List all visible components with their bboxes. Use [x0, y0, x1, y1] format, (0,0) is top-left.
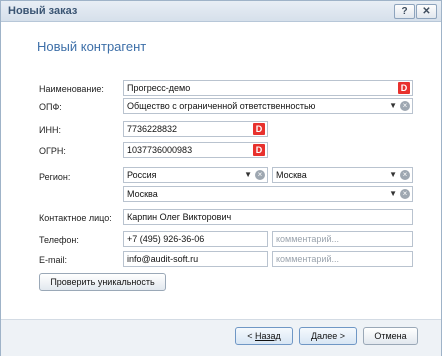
back-button[interactable]: < Назад — [235, 327, 293, 345]
name-field[interactable]: Прогресс-демо D — [123, 80, 413, 96]
inn-label: ИНН: — [39, 125, 61, 135]
phone-label: Телефон: — [39, 235, 79, 245]
chevron-down-icon[interactable]: ▼ — [244, 168, 252, 182]
cancel-button[interactable]: Отмена — [363, 327, 418, 345]
country-value: Россия — [127, 170, 157, 180]
chevron-down-icon[interactable]: ▼ — [389, 99, 397, 113]
clear-icon[interactable]: × — [400, 170, 410, 180]
email-value: info@audit-soft.ru — [127, 254, 199, 264]
phone-comment-placeholder: комментарий... — [276, 234, 339, 244]
contact-label: Контактное лицо: — [39, 213, 112, 223]
phone-comment-field[interactable]: комментарий... — [272, 231, 413, 247]
region-label: Регион: — [39, 172, 71, 182]
opf-label: ОПФ: — [39, 102, 62, 112]
page-title: Новый контрагент — [37, 39, 147, 54]
clear-icon[interactable]: × — [255, 170, 265, 180]
contact-value: Карпин Олег Викторович — [127, 212, 232, 222]
name-value: Прогресс-демо — [127, 83, 191, 93]
ogrn-value: 1037736000983 — [127, 145, 193, 155]
chevron-down-icon[interactable]: ▼ — [389, 168, 397, 182]
dialog-window: Новый заказ ? ✕ Новый контрагент Наимено… — [0, 0, 442, 356]
back-label: Назад — [254, 331, 281, 341]
email-comment-field[interactable]: комментарий... — [272, 251, 413, 267]
phone-value: +7 (495) 926-36-06 — [127, 234, 205, 244]
email-label: E-mail: — [39, 255, 68, 265]
ogrn-field[interactable]: 1037736000983 D — [123, 142, 268, 158]
clear-icon[interactable]: × — [400, 101, 410, 111]
d-badge-icon[interactable]: D — [398, 82, 410, 94]
dialog-footer: < Назад Далее > Отмена — [1, 319, 441, 356]
region-value: Москва — [276, 170, 307, 180]
email-comment-placeholder: комментарий... — [276, 254, 339, 264]
d-badge-icon[interactable]: D — [253, 123, 265, 135]
name-label: Наименование: — [39, 84, 104, 94]
opf-select[interactable]: Общество с ограниченной ответственностью… — [123, 98, 413, 114]
d-badge-icon[interactable]: D — [253, 144, 265, 156]
inn-value: 7736228832 — [127, 124, 178, 134]
country-select[interactable]: Россия ▼ × — [123, 167, 268, 183]
back-arrow-label: < — [247, 331, 255, 341]
chevron-down-icon[interactable]: ▼ — [389, 187, 397, 201]
phone-field[interactable]: +7 (495) 926-36-06 — [123, 231, 268, 247]
check-uniqueness-button[interactable]: Проверить уникальность — [39, 273, 166, 291]
city-select[interactable]: Москва ▼ × — [123, 186, 413, 202]
email-field[interactable]: info@audit-soft.ru — [123, 251, 268, 267]
window-title: Новый заказ — [8, 5, 78, 17]
ogrn-label: ОГРН: — [39, 146, 66, 156]
inn-field[interactable]: 7736228832 D — [123, 121, 268, 137]
help-button[interactable]: ? — [394, 4, 415, 19]
close-button[interactable]: ✕ — [416, 4, 437, 19]
city-value: Москва — [127, 189, 158, 199]
region-select[interactable]: Москва ▼ × — [272, 167, 413, 183]
clear-icon[interactable]: × — [400, 189, 410, 199]
title-bar: Новый заказ ? ✕ — [1, 1, 441, 22]
next-button[interactable]: Далее > — [299, 327, 357, 345]
opf-value: Общество с ограниченной ответственностью — [127, 101, 316, 111]
contact-field[interactable]: Карпин Олег Викторович — [123, 209, 413, 225]
